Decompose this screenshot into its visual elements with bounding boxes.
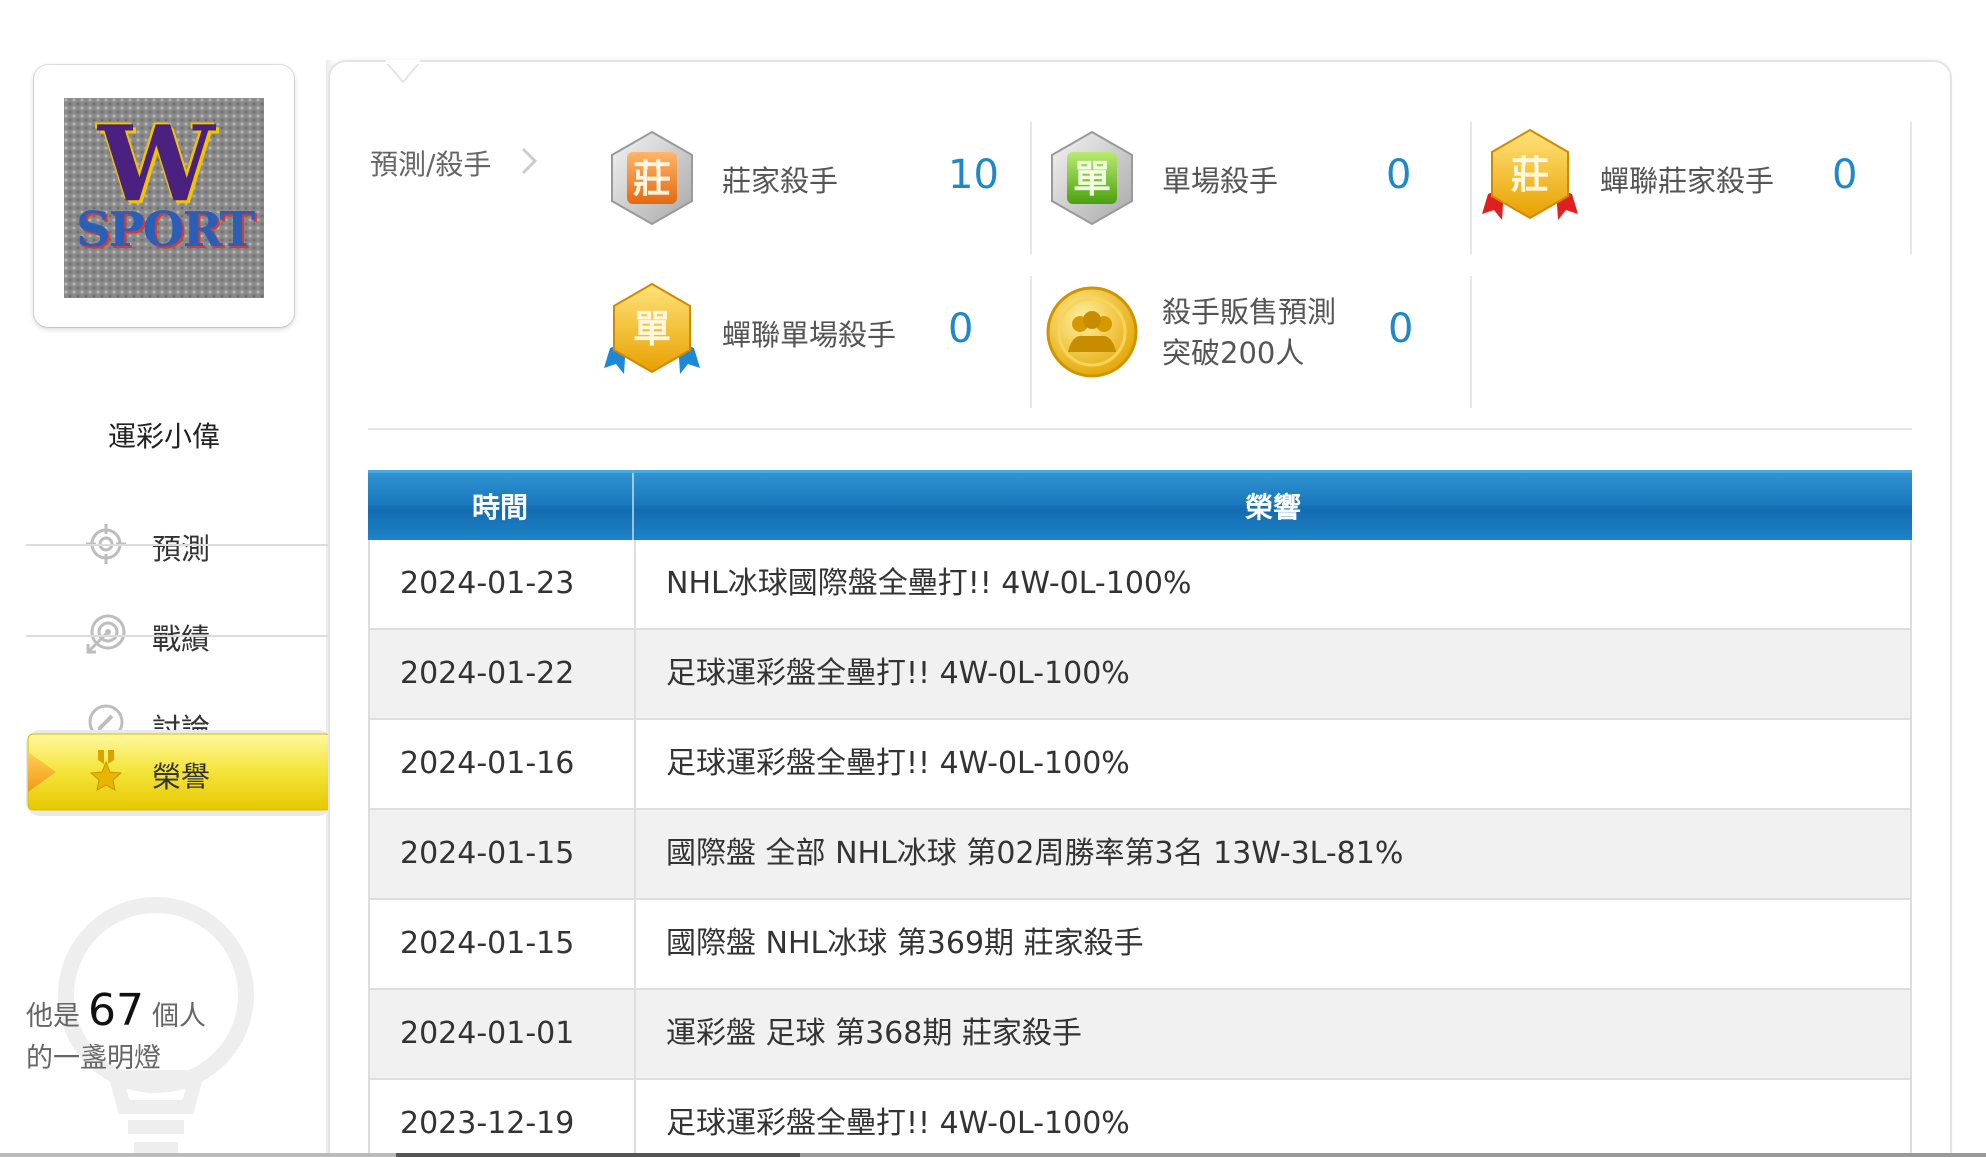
table-row[interactable]: 2024-01-23 NHL冰球國際盤全壘打!! 4W-0L-100% (368, 540, 1912, 630)
column-header-honor[interactable]: 榮響 (634, 473, 1912, 543)
row-date: 2024-01-01 (400, 1016, 575, 1051)
sidebar-item-label: 預測 (152, 532, 211, 566)
stat-consecutive-banker-killer[interactable]: 莊 蟬聯莊家殺手 0 (1480, 128, 1900, 258)
row-honor: 足球運彩盤全壘打!! 4W-0L-100% (666, 746, 1130, 781)
row-honor: NHL冰球國際盤全壘打!! 4W-0L-100% (666, 566, 1192, 601)
page: W SPORT 運彩小偉 預測 戰績 討論 榮譽 他是 67 個人 的一盞明燈 … (0, 0, 1986, 1157)
row-date: 2024-01-16 (400, 746, 575, 781)
row-date: 2024-01-23 (400, 566, 575, 601)
stat-divider (1470, 276, 1472, 408)
silver-dan-badge-icon: 單 (1051, 130, 1133, 226)
stat-label: 蟬聯單場殺手 (722, 318, 897, 352)
cell-separator (634, 630, 636, 718)
fans-line2: 的一盞明燈 (26, 1043, 161, 1074)
target-arrow-icon (86, 614, 126, 654)
stat-value: 0 (948, 306, 974, 352)
svg-text:莊: 莊 (633, 157, 671, 201)
stat-single-killer[interactable]: 單 單場殺手 0 (1042, 128, 1462, 258)
cell-separator (634, 810, 636, 898)
award-star-icon (89, 750, 123, 791)
row-date: 2023-12-19 (400, 1106, 575, 1141)
table-row[interactable]: 2024-01-15 國際盤 NHL冰球 第369期 莊家殺手 (368, 900, 1912, 990)
stat-seller-200[interactable]: 殺手販售預測突破200人 0 (1042, 282, 1462, 412)
row-date: 2024-01-15 (400, 926, 575, 961)
cell-separator (634, 1080, 636, 1157)
stat-label: 殺手販售預測突破200人 (1162, 295, 1337, 370)
stat-label: 蟬聯莊家殺手 (1600, 164, 1775, 198)
nav-divider (26, 544, 328, 546)
sidebar: W SPORT 運彩小偉 預測 戰績 討論 榮譽 他是 67 個人 的一盞明燈 (26, 60, 348, 1157)
username[interactable]: 運彩小偉 (26, 415, 302, 455)
stat-consecutive-single-killer[interactable]: 單 蟬聯單場殺手 0 (602, 282, 1022, 412)
avatar[interactable]: W SPORT (64, 98, 264, 298)
section-divider (368, 428, 1912, 430)
honor-table-header: 時間 榮響 (368, 470, 1912, 543)
cell-separator (634, 540, 636, 628)
column-header-time[interactable]: 時間 (368, 473, 632, 543)
svg-text:單: 單 (633, 307, 671, 351)
sidebar-item-honor[interactable]: 榮譽 (26, 730, 348, 816)
stat-value: 0 (1388, 306, 1414, 352)
row-honor: 運彩盤 足球 第368期 莊家殺手 (666, 1016, 1082, 1051)
stat-value: 0 (1832, 152, 1858, 198)
row-honor: 國際盤 NHL冰球 第369期 莊家殺手 (666, 926, 1144, 961)
fans-summary: 他是 67 個人 的一盞明燈 (26, 989, 306, 1080)
row-date: 2024-01-15 (400, 836, 575, 871)
stat-label: 莊家殺手 (722, 164, 839, 198)
stat-banker-killer[interactable]: 莊 莊家殺手 10 (602, 128, 1022, 258)
nav-divider (26, 635, 328, 637)
gold-dan-ribbon-badge-icon: 單 (604, 282, 700, 374)
table-row[interactable]: 2023-12-19 足球運彩盤全壘打!! 4W-0L-100% (368, 1080, 1912, 1157)
stat-divider (1910, 122, 1912, 254)
svg-text:單: 單 (1073, 157, 1111, 201)
avatar-logo-letter: W (98, 102, 215, 225)
fans-count: 67 (88, 985, 144, 1036)
cell-separator (634, 990, 636, 1078)
fans-suffix: 個人 (152, 1001, 206, 1032)
row-honor: 足球運彩盤全壘打!! 4W-0L-100% (666, 1106, 1130, 1141)
avatar-logo-word: SPORT (76, 202, 255, 258)
svg-text:莊: 莊 (1511, 153, 1549, 197)
sidebar-item-label: 榮譽 (152, 760, 211, 794)
cell-separator (634, 900, 636, 988)
stats-section-label: 預測/殺手 (370, 148, 492, 181)
stat-divider (1470, 122, 1472, 254)
avatar-frame: W SPORT (34, 65, 294, 327)
table-row[interactable]: 2024-01-16 足球運彩盤全壘打!! 4W-0L-100% (368, 720, 1912, 810)
chevron-right-icon (521, 147, 538, 175)
fans-prefix: 他是 (26, 1001, 80, 1032)
gold-zhuang-ribbon-badge-icon: 莊 (1482, 128, 1578, 220)
window-bottom-edge (0, 1153, 1986, 1157)
sidebar-item-label: 戰績 (152, 622, 211, 656)
table-row[interactable]: 2024-01-15 國際盤 全部 NHL冰球 第02周勝率第3名 13W-3L… (368, 810, 1912, 900)
table-row[interactable]: 2024-01-22 足球運彩盤全壘打!! 4W-0L-100% (368, 630, 1912, 720)
panel-pointer (386, 60, 420, 84)
row-date: 2024-01-22 (400, 656, 575, 691)
gold-people-coin-icon (1046, 286, 1138, 378)
table-row[interactable]: 2024-01-01 運彩盤 足球 第368期 莊家殺手 (368, 990, 1912, 1080)
stat-divider (1030, 276, 1032, 408)
cell-separator (634, 720, 636, 808)
stat-value: 10 (948, 152, 999, 198)
row-honor: 足球運彩盤全壘打!! 4W-0L-100% (666, 656, 1130, 691)
stat-value: 0 (1386, 152, 1412, 198)
stat-divider (1030, 122, 1032, 254)
sidebar-item-record[interactable]: 戰績 (26, 590, 328, 678)
row-honor: 國際盤 全部 NHL冰球 第02周勝率第3名 13W-3L-81% (666, 836, 1404, 871)
silver-zhuang-badge-icon: 莊 (611, 130, 693, 226)
stat-label: 單場殺手 (1162, 164, 1279, 198)
